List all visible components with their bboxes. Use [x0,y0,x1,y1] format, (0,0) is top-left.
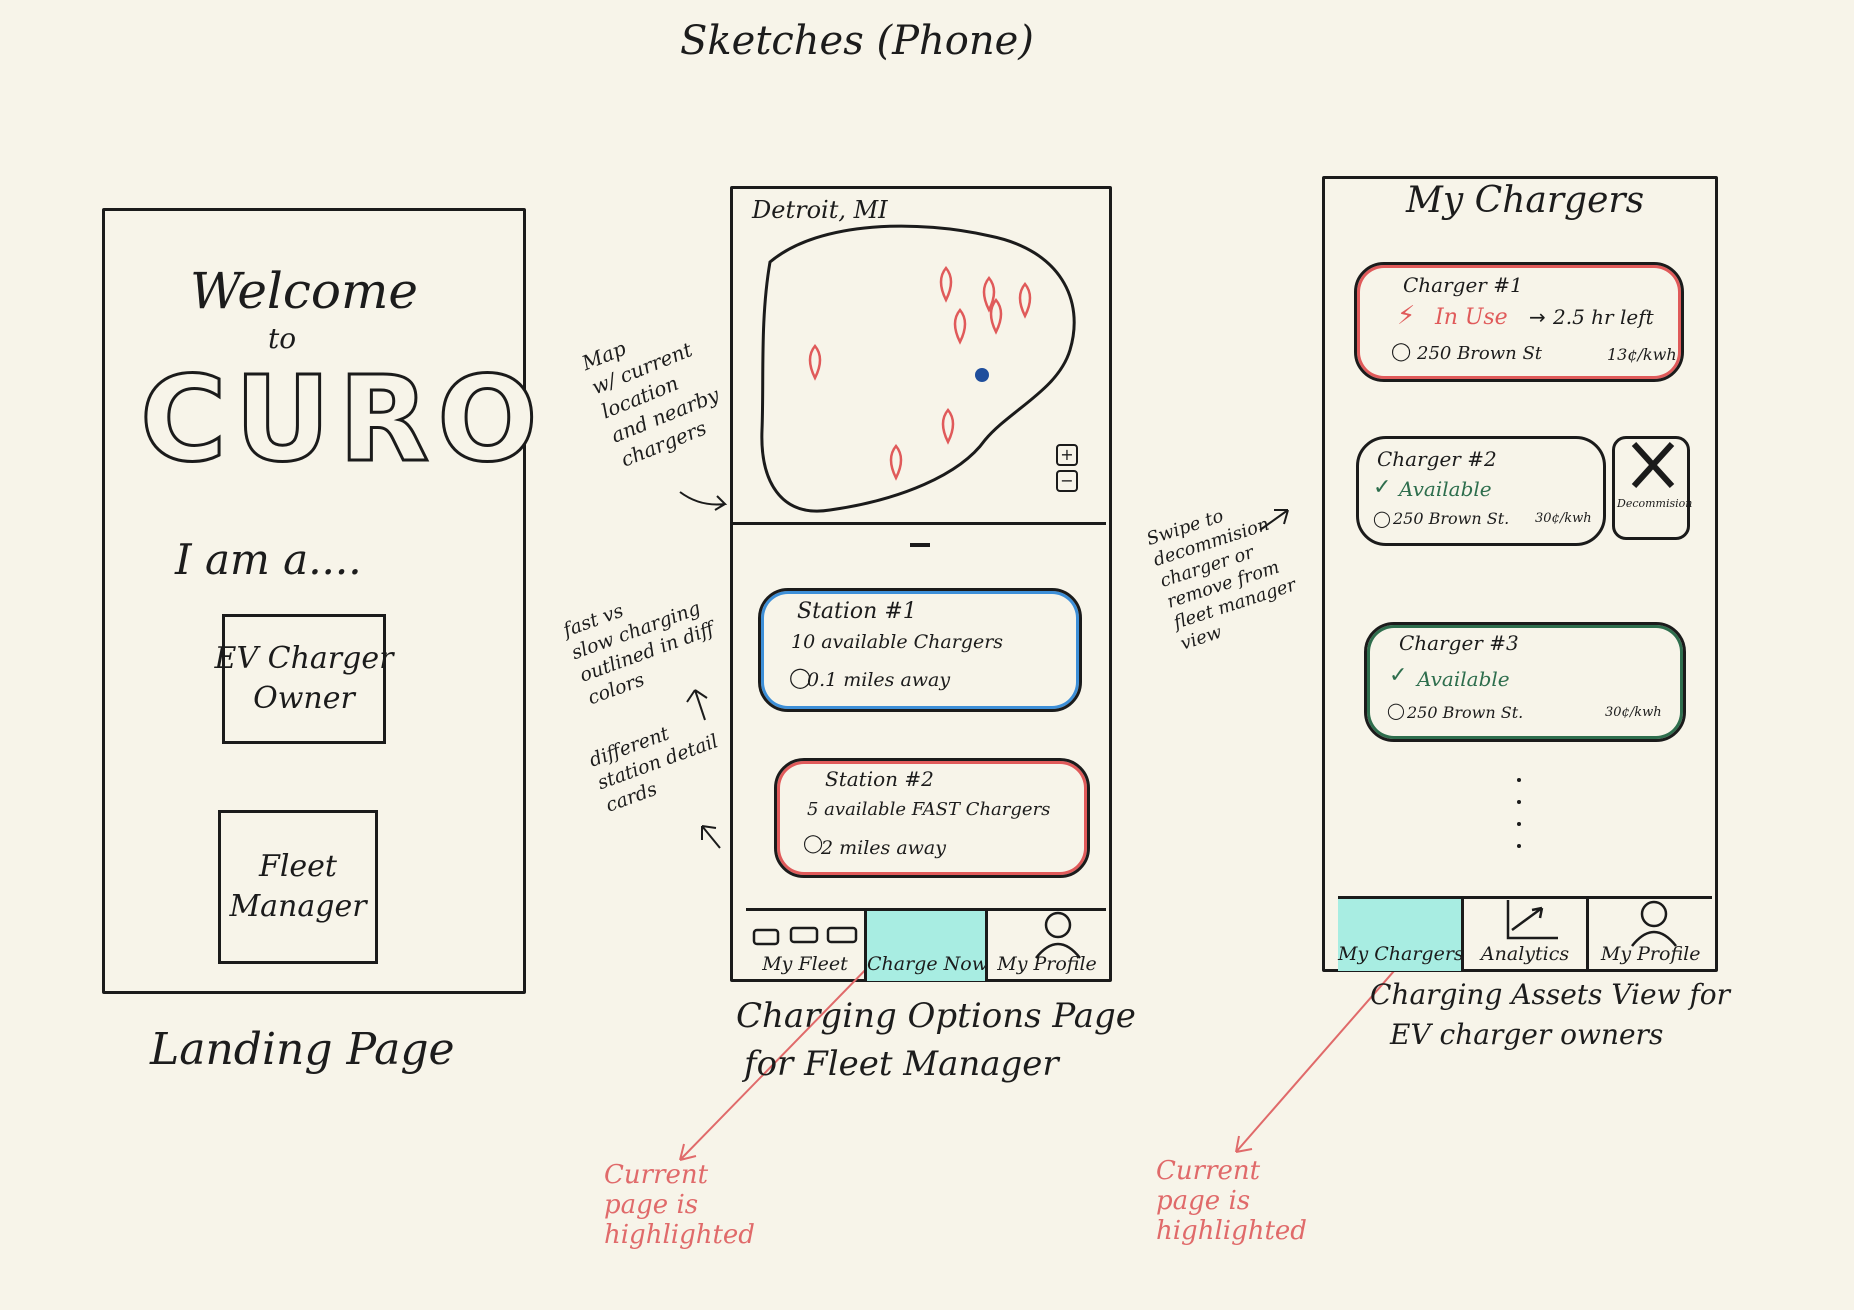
chargers-caption-line1: Charging Assets View for [1370,978,1731,1011]
chargers-caption-line2: EV charger owners [1390,1018,1664,1051]
note-line: Current [1156,1156,1261,1186]
charger-name: Charger #2 [1377,447,1497,471]
check-icon: ✓ [1389,663,1408,688]
station-chargers: 10 available Chargers [791,631,1004,653]
note-line: page is [1156,1186,1251,1216]
tab-my-profile[interactable]: My Profile [988,911,1106,981]
charger-address: 250 Brown St [1417,343,1543,364]
highlight-note-charging: Current page is highlighted [604,1160,755,1250]
tab-charge-now[interactable]: Charge Now [867,911,988,981]
charger-price: 30¢/kwh [1605,705,1662,720]
note-line: Current [604,1160,709,1190]
note-line: page is [604,1190,699,1220]
charger-card[interactable]: Charger #3 ✓ Available ◯ 250 Brown St. 3… [1364,622,1686,742]
check-icon: ✓ [1373,475,1392,500]
charger-status: In Use [1435,305,1508,330]
charger-price: 13¢/kwh [1607,345,1677,364]
charger-price: 30¢/kwh [1535,511,1592,526]
zoom-in-button[interactable]: + [1056,444,1078,466]
tab-label: My Profile [1600,943,1701,965]
charger-card[interactable]: Charger #2 ✓ Available ◯ 250 Brown St. 3… [1356,436,1606,546]
zoom-out-button[interactable]: − [1056,470,1078,492]
note-line: highlighted [604,1220,755,1250]
charger-pin [953,308,967,345]
charger-status: Available [1399,477,1492,501]
station-distance: 0.1 miles away [807,669,951,691]
tab-label: My Fleet [762,953,848,975]
charger-pin [808,344,822,381]
charging-tab-bar: My Fleet Charge Now My Profile [746,908,1106,981]
station-name: Station #2 [825,767,934,791]
charger-name: Charger #3 [1399,631,1519,655]
pin-icon: ◯ [1373,509,1391,528]
charger-address: 250 Brown St. [1407,703,1524,722]
decommission-label: Decommision [1617,497,1693,510]
charger-pin [989,298,1003,335]
cards-note-arrow [701,825,721,849]
zoom-out-label: − [1060,471,1074,490]
current-location-dot [975,368,989,382]
station-chargers: 5 available FAST Chargers [807,799,1051,820]
tab-my-profile[interactable]: My Profile [1589,899,1712,971]
pin-icon: ◯ [789,665,812,689]
in-use-bolt-icon: ⚡ [1397,301,1416,331]
pin-icon: ◯ [803,833,824,854]
chargers-title: My Chargers [1406,180,1645,221]
tab-my-fleet[interactable]: My Fleet [746,911,867,981]
zoom-in-label: + [1060,445,1074,464]
map-note-arrow [679,491,728,511]
note-line: highlighted [1156,1216,1307,1246]
highlight-note-chargers: Current page is highlighted [1156,1156,1307,1246]
tab-label: My Profile [997,953,1097,975]
charger-status: Available [1417,667,1510,691]
charger-name: Charger #1 [1403,273,1523,297]
tab-label: Charge Now [867,953,988,975]
charger-card[interactable]: Charger #1 ⚡ In Use 2.5 hr left → ◯ 250 … [1354,262,1684,382]
charger-pin [941,408,955,445]
tab-my-chargers[interactable]: My Chargers [1338,899,1464,971]
charger-address: 250 Brown St. [1393,509,1510,528]
station-card[interactable]: Station #1 10 available Chargers 0.1 mil… [758,588,1082,712]
charger-time-left: 2.5 hr left [1553,305,1654,329]
arrow-right-icon: → [1529,305,1546,329]
charger-pin [1018,282,1032,319]
station-name: Station #1 [797,599,917,624]
tab-label: Analytics [1480,943,1570,965]
tab-analytics[interactable]: Analytics [1464,899,1590,971]
chargers-tab-bar: My Chargers Analytics My Profile [1338,896,1712,971]
pin-icon: ◯ [1391,341,1412,362]
charger-pin [889,444,903,481]
station-distance: 2 miles away [821,837,946,859]
decommission-button[interactable]: Decommision [1612,436,1693,540]
charger-pin [939,266,953,303]
map-area [760,224,1076,513]
station-card[interactable]: Station #2 5 available FAST Chargers 2 m… [774,758,1090,878]
pin-icon: ◯ [1387,701,1405,720]
tab-label: My Chargers [1338,943,1464,965]
charging-caption-line2: for Fleet Manager [744,1044,1059,1084]
charging-caption-line1: Charging Options Page [736,996,1136,1036]
